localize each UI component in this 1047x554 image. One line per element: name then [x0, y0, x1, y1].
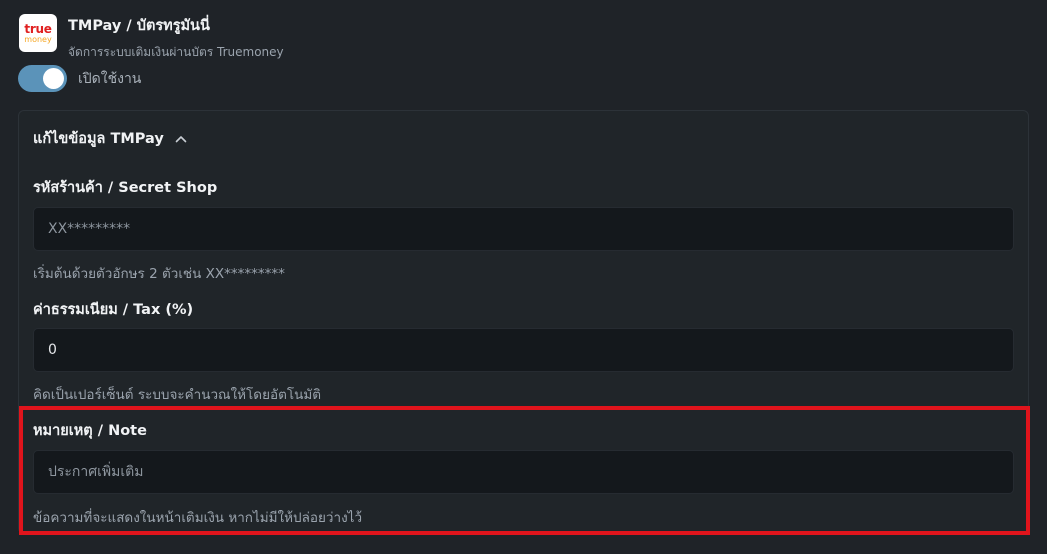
secret-shop-placeholder: XX*********	[48, 221, 131, 237]
secret-shop-input[interactable]: XX*********	[33, 207, 1014, 251]
tax-input[interactable]: 0	[33, 328, 1014, 372]
header-text: TMPay / บัตรทรูมันนี่ จัดการระบบเติมเงิน…	[68, 14, 284, 62]
note-label: หมายเหตุ / Note	[33, 423, 147, 439]
panel-header[interactable]: แก้ไขข้อมูล TMPay	[33, 127, 188, 150]
secret-shop-help: เริ่มต้นด้วยตัวอักษร 2 ตัวเช่น XX*******…	[33, 266, 285, 282]
enable-toggle-label: เปิดใช้งาน	[78, 70, 142, 87]
edit-tmpay-panel: แก้ไขข้อมูล TMPay รหัสร้านค้า / Secret S…	[18, 110, 1029, 534]
page-subtitle: จัดการระบบเติมเงินผ่านบัตร Truemoney	[68, 45, 284, 59]
note-input[interactable]: ประกาศเพิ่มเติม	[33, 450, 1014, 494]
truemoney-logo: true money	[19, 14, 57, 52]
tax-value: 0	[48, 342, 57, 358]
chevron-up-icon	[175, 135, 187, 142]
app-header: true money TMPay / บัตรทรูมันนี่ จัดการร…	[19, 14, 284, 62]
enable-toggle-row: เปิดใช้งาน	[18, 65, 141, 92]
logo-text-top: true	[24, 21, 52, 36]
secret-shop-label: รหัสร้านค้า / Secret Shop	[33, 180, 218, 196]
page: true money TMPay / บัตรทรูมันนี่ จัดการร…	[0, 0, 1047, 554]
note-help: ข้อความที่จะแสดงในหน้าเติมเงิน หากไม่มีใ…	[33, 510, 363, 526]
toggle-knob	[43, 68, 64, 89]
tax-label: ค่าธรรมเนียม / Tax (%)	[33, 302, 194, 318]
panel-header-title: แก้ไขข้อมูล TMPay	[33, 131, 164, 147]
tax-help: คิดเป็นเปอร์เซ็นต์ ระบบจะคำนวณให้โดยอัตโ…	[33, 387, 322, 403]
logo-text-bottom: money	[24, 34, 52, 44]
page-title: TMPay / บัตรทรูมันนี่	[68, 18, 210, 34]
enable-toggle[interactable]	[18, 65, 67, 92]
note-placeholder: ประกาศเพิ่มเติม	[48, 464, 144, 480]
